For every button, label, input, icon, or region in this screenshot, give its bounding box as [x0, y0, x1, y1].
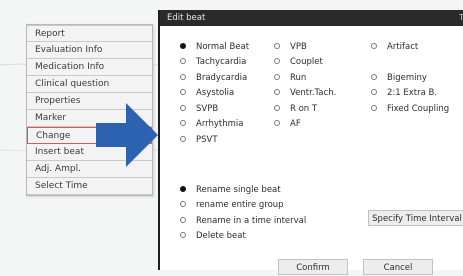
radio-icon[interactable]	[180, 231, 186, 238]
radio-icon[interactable]	[180, 88, 186, 95]
radio-icon[interactable]	[180, 57, 186, 64]
beat-type-r-on-t[interactable]: R on T	[274, 103, 317, 115]
beat-type-label: PSVT	[196, 135, 218, 145]
beat-type-arrhythmia[interactable]: Arrhythmia	[180, 118, 244, 130]
radio-icon[interactable]	[180, 42, 186, 49]
radio-icon[interactable]	[180, 185, 186, 192]
beat-type-label: Ventr.Tach.	[290, 88, 337, 98]
rename-entire-group-option[interactable]: rename entire group	[180, 199, 284, 211]
rename-option-label: Rename single beat	[196, 185, 281, 195]
radio-icon[interactable]	[274, 88, 280, 95]
close-icon[interactable]: T	[459, 10, 463, 26]
radio-icon[interactable]	[274, 73, 280, 80]
right-arrow-icon	[96, 103, 158, 167]
confirm-button[interactable]: Confirm	[278, 259, 348, 275]
radio-icon[interactable]	[274, 57, 280, 64]
beat-type-label: R on T	[290, 104, 318, 114]
beat-type-label: Fixed Coupling	[387, 104, 450, 114]
rename-option-label: rename entire group	[196, 200, 284, 210]
beat-type-label: Artifact	[387, 42, 419, 52]
beat-type-label: Arrhythmia	[196, 119, 244, 129]
beat-type-label: Tachycardia	[196, 57, 247, 67]
rename-option-label: Delete beat	[196, 231, 246, 241]
menu-item-clinical-question[interactable]: Clinical question	[27, 76, 152, 93]
beat-type-svpb[interactable]: SVPB	[180, 103, 218, 115]
radio-icon[interactable]	[180, 104, 186, 111]
rename-single-beat-option[interactable]: Rename single beat	[180, 184, 281, 196]
menu-item-medication-info[interactable]: Medication Info	[27, 59, 152, 76]
beat-type-vpb[interactable]: VPB	[274, 41, 307, 53]
beat-type-bradycardia[interactable]: Bradycardia	[180, 72, 247, 84]
beat-type-label: Couplet	[290, 57, 323, 67]
beat-type-label: Normal Beat	[196, 42, 250, 52]
beat-type-run[interactable]: Run	[274, 72, 306, 84]
radio-icon[interactable]	[371, 88, 377, 95]
beat-type-label: Bradycardia	[196, 73, 248, 83]
radio-icon[interactable]	[371, 42, 377, 49]
beat-type-artifact[interactable]: Artifact	[371, 41, 418, 53]
beat-type-label: 2:1 Extra B.	[387, 88, 438, 98]
menu-item-select-time[interactable]: Select Time	[27, 178, 152, 195]
dialog-titlebar: Edit beat T	[160, 10, 463, 26]
beat-type-af[interactable]: AF	[274, 118, 301, 130]
dialog-title: Edit beat	[167, 13, 206, 23]
beat-type-label: Run	[290, 73, 307, 83]
menu-item-evaluation-info[interactable]: Evaluation Info	[27, 42, 152, 59]
specify-time-interval-button[interactable]: Specify Time Interval	[368, 210, 463, 226]
radio-icon[interactable]	[180, 119, 186, 126]
beat-type-tachycardia[interactable]: Tachycardia	[180, 56, 246, 68]
cancel-button[interactable]: Cancel	[363, 259, 433, 275]
beat-type-label: VPB	[290, 42, 307, 52]
menu-item-report[interactable]: Report	[27, 25, 152, 42]
beat-type-label: AF	[290, 119, 301, 129]
radio-icon[interactable]	[274, 119, 280, 126]
beat-type-fixed-coupling[interactable]: Fixed Coupling	[371, 103, 449, 115]
beat-type-couplet[interactable]: Couplet	[274, 56, 323, 68]
beat-type-psvt[interactable]: PSVT	[180, 134, 218, 146]
beat-type-label: SVPB	[196, 104, 219, 114]
radio-icon[interactable]	[371, 73, 377, 80]
beat-type-label: Bigeminy	[387, 73, 427, 83]
edit-beat-dialog: Edit beat T Normal Beat Tachycardia Brad…	[158, 10, 463, 275]
radio-icon[interactable]	[180, 73, 186, 80]
beat-type-label: Asystolia	[196, 88, 235, 98]
radio-icon[interactable]	[274, 104, 280, 111]
beat-type-asystolia[interactable]: Asystolia	[180, 87, 234, 99]
beat-type-normal-beat[interactable]: Normal Beat	[180, 41, 249, 53]
beat-type-bigeminy[interactable]: Bigeminy	[371, 72, 427, 84]
radio-icon[interactable]	[180, 216, 186, 223]
delete-beat-option[interactable]: Delete beat	[180, 230, 246, 242]
radio-icon[interactable]	[180, 200, 186, 207]
rename-time-interval-option[interactable]: Rename in a time interval	[180, 215, 306, 227]
beat-type-ventr-tach[interactable]: Ventr.Tach.	[274, 87, 336, 99]
rename-option-label: Rename in a time interval	[196, 216, 307, 226]
radio-icon[interactable]	[371, 104, 377, 111]
radio-icon[interactable]	[274, 42, 280, 49]
radio-icon[interactable]	[180, 135, 186, 142]
beat-type-2-1-extra-b[interactable]: 2:1 Extra B.	[371, 87, 437, 99]
